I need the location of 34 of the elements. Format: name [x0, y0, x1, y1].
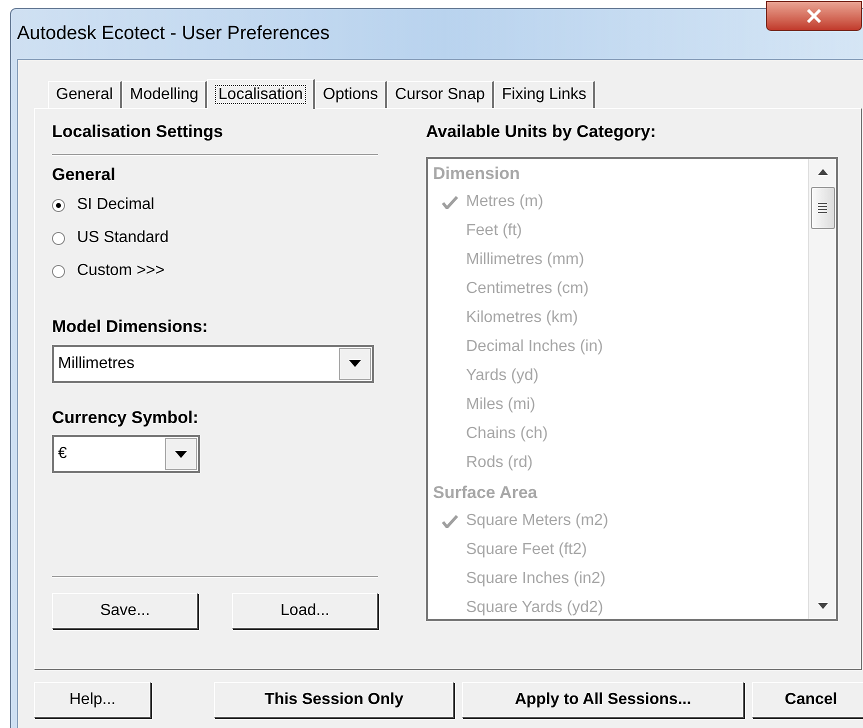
- radio-button[interactable]: [52, 232, 65, 244]
- group-label: General: [52, 164, 116, 186]
- dialog-button[interactable]: Help...: [34, 682, 151, 718]
- field-label: Model Dimensions:: [52, 316, 209, 338]
- dropdown-field[interactable]: €: [52, 435, 200, 473]
- tab[interactable]: Cursor Snap: [387, 81, 494, 108]
- window-title: Autodesk Ecotect - User Preferences: [17, 22, 330, 46]
- tab[interactable]: Options: [314, 81, 388, 108]
- field-label: Currency Symbol:: [52, 406, 200, 428]
- list-label: Available Units by Category:: [426, 121, 657, 143]
- dialog-button[interactable]: Save...: [52, 593, 198, 629]
- radio-button[interactable]: [52, 198, 65, 212]
- tab[interactable]: Localisation: [207, 79, 315, 109]
- category-heading: Surface Area: [433, 482, 538, 504]
- radio-button[interactable]: [52, 264, 65, 278]
- section-heading: Localisation Settings: [52, 121, 224, 143]
- dropdown-field[interactable]: Millimetres: [52, 344, 374, 382]
- tab[interactable]: Fixing Links: [494, 81, 596, 108]
- tab[interactable]: Modelling: [122, 81, 208, 108]
- dialog-button[interactable]: Cancel: [752, 682, 863, 718]
- caret-icon: [175, 450, 187, 458]
- close-icon: [806, 9, 822, 23]
- dialog-button[interactable]: Apply to All Sessions...: [462, 682, 744, 718]
- radio-option[interactable]: SI Decimal: [52, 194, 378, 216]
- dropdown-button[interactable]: [339, 348, 371, 380]
- dropdown-button[interactable]: [165, 438, 197, 470]
- radio-option[interactable]: Custom >>>: [52, 260, 378, 282]
- dialog-button[interactable]: This Session Only: [214, 682, 454, 718]
- tab[interactable]: General: [48, 81, 122, 108]
- dialog-button[interactable]: Load...: [232, 593, 378, 629]
- radio-option[interactable]: US Standard: [52, 227, 378, 249]
- caret-icon: [349, 360, 361, 367]
- category-heading: Dimension: [433, 162, 521, 184]
- close-button[interactable]: [766, 1, 862, 31]
